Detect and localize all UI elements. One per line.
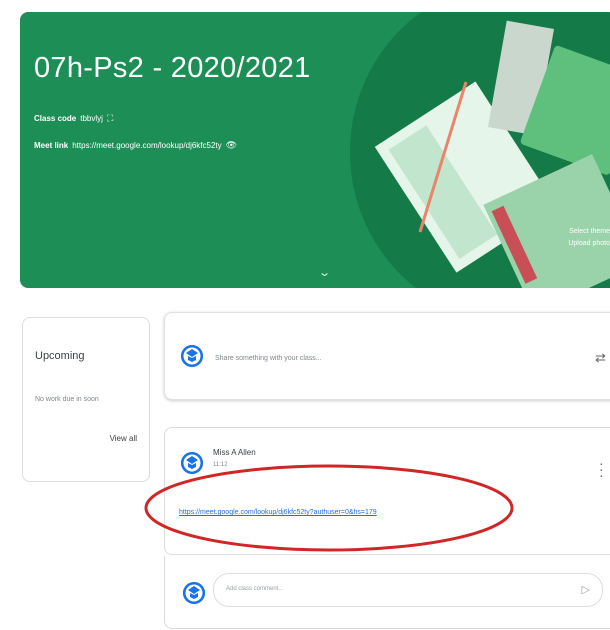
class-title: 07h-Ps2 - 2020/2021 [34,52,311,84]
more-vert-icon[interactable]: · · · [599,456,604,482]
meet-link-row: Meet link https://meet.google.com/lookup… [34,140,237,151]
class-code-value: tbbvlyj [80,114,103,123]
upcoming-card: Upcoming No work due in soon View all [22,317,150,482]
meet-link-label: Meet link [34,141,69,150]
class-code-row: Class code tbbvlyj ⛶ [34,113,113,124]
class-banner: 07h-Ps2 - 2020/2021 Class code tbbvlyj ⛶… [20,12,610,288]
repost-icon[interactable]: ⇄ [595,350,606,366]
send-icon[interactable]: ▷ [582,583,590,596]
comment-placeholder: Add class comment... [226,586,284,592]
upcoming-empty-text: No work due in soon [35,396,99,403]
post-meet-link[interactable]: https://meet.google.com/lookup/dj6kfc52t… [179,509,377,516]
share-card[interactable]: Share something with your class... ⇄ [164,312,610,400]
stream-post: Miss A Allen 11:12 · · · https://meet.goog… [164,427,610,555]
upcoming-title: Upcoming [35,350,85,362]
copy-icon[interactable]: ⛶ [107,113,113,124]
author-avatar-icon [181,452,203,474]
chevron-down-icon[interactable]: ⌄ [318,266,331,279]
select-theme-link[interactable]: Select theme [569,228,610,235]
commenter-avatar-icon [183,582,205,604]
comment-row: Add class comment... ▷ [164,556,610,629]
post-date: 11:12 [213,462,228,468]
post-author: Miss A Allen [213,448,256,457]
upload-photo-link[interactable]: Upload photo [568,240,610,247]
class-code-label: Class code [34,114,77,123]
meet-link-value[interactable]: https://meet.google.com/lookup/dj6kfc52t… [72,141,221,150]
class-comment-input[interactable]: Add class comment... ▷ [213,573,603,607]
eye-off-icon[interactable]: 👁 [226,140,237,151]
classroom-avatar-icon [181,345,203,367]
share-input-placeholder[interactable]: Share something with your class... [215,355,322,362]
view-all-link[interactable]: View all [110,434,137,443]
